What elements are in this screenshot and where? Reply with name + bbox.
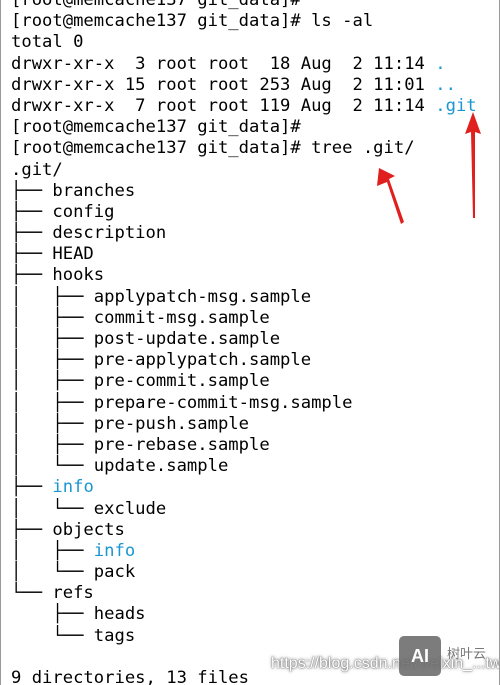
terminal-line-text: │ ├── commit-msg.sample (11, 307, 270, 328)
terminal-line: drwxr-xr-x 15 root root 253 Aug 2 11:01 … (11, 75, 477, 96)
terminal-line-text: │ └── pack (11, 562, 136, 583)
terminal-line: ├── info (11, 477, 477, 498)
terminal-line: │ ├── post-update.sample (11, 329, 477, 350)
terminal-line: ├── hooks (11, 265, 477, 286)
terminal-line-text: .git/ (11, 159, 63, 180)
terminal-line-text: ├── objects (11, 519, 125, 540)
terminal-line: ├── objects (11, 520, 477, 541)
terminal-line-text: │ ├── pre-commit.sample (11, 371, 270, 392)
terminal-line-text: ├── HEAD (11, 244, 94, 265)
terminal-line-text: │ ├── applypatch-msg.sample (11, 286, 312, 307)
terminal-line-text: drwxr-xr-x 7 root root 119 Aug 2 11:14 (11, 95, 436, 116)
directory-name: .. (435, 74, 456, 95)
terminal-line: total 0 (11, 32, 477, 53)
terminal-line-text: drwxr-xr-x 15 root root 253 Aug 2 11:01 (11, 74, 436, 95)
terminal-line-text: └── tags (11, 625, 136, 646)
terminal-line-text: │ ├── pre-applypatch.sample (11, 350, 312, 371)
terminal-line-text: total 0 (11, 32, 84, 53)
terminal-line-text: ├── config (11, 201, 115, 222)
terminal-line-text: ├── heads (11, 604, 146, 625)
watermark-logo: AI (399, 636, 441, 676)
terminal-line: │ └── pack (11, 562, 477, 583)
terminal-line-text: │ ├── post-update.sample (11, 329, 281, 349)
terminal-line: [root@memcache137 git_data]# tree .git/ (11, 138, 477, 159)
terminal-line-text: │ ├── pre-push.sample (11, 413, 249, 434)
terminal-line: drwxr-xr-x 3 root root 18 Aug 2 11:14 . (11, 54, 477, 75)
directory-name: . (435, 53, 446, 74)
watermark-site: 树叶云 (447, 646, 487, 661)
terminal-line: │ ├── commit-msg.sample (11, 308, 477, 329)
directory-name: info (93, 540, 136, 561)
terminal-line: └── refs (11, 583, 477, 604)
directory-name: info (52, 477, 94, 498)
terminal-line-text: ├── branches (11, 180, 136, 201)
terminal-line-text: │ ├── pre-rebase.sample (11, 434, 270, 455)
terminal-line: │ ├── pre-applypatch.sample (11, 350, 477, 371)
terminal-line-text: [root@memcache137 git_data]# (11, 117, 301, 138)
terminal-line: │ └── exclude (11, 499, 477, 520)
terminal-line: │ └── update.sample (11, 456, 477, 477)
terminal-window[interactable]: [root@memcache137 git_data]# [root@memca… (0, 0, 500, 685)
terminal-line: │ ├── pre-commit.sample (11, 371, 477, 392)
terminal-line: ├── HEAD (11, 244, 477, 265)
terminal-line-text: ├── (11, 477, 53, 498)
terminal-line-text: [root@memcache137 git_data]# ls -al (11, 11, 374, 32)
terminal-line-text: │ └── update.sample (11, 456, 229, 477)
terminal-line: [root@memcache137 git_data]# ls -al (11, 11, 477, 32)
terminal-line: │ ├── prepare-commit-msg.sample (11, 393, 477, 414)
red-arrow-icon-git (465, 112, 481, 218)
terminal-line-text: │ ├── prepare-commit-msg.sample (11, 392, 353, 413)
terminal-line: [root@memcache137 git_data]# (11, 117, 477, 138)
terminal-line-text: └── refs (11, 583, 94, 604)
terminal-line-text: ├── hooks (11, 265, 105, 286)
terminal-line: │ ├── pre-rebase.sample (11, 435, 477, 456)
terminal-line-text: [root@memcache137 git_data]# tree .git/ (11, 138, 415, 159)
terminal-line: [root@memcache137 git_data]# (11, 0, 477, 11)
terminal-line-text: │ └── exclude (11, 498, 167, 519)
terminal-line-text: │ ├── (11, 540, 94, 561)
terminal-line: │ ├── info (11, 541, 477, 562)
terminal-line: │ ├── applypatch-msg.sample (11, 287, 477, 308)
terminal-line: drwxr-xr-x 7 root root 119 Aug 2 11:14 .… (11, 96, 477, 117)
terminal-line-text: [root@memcache137 git_data]# (11, 0, 312, 10)
terminal-line: ├── heads (11, 604, 477, 625)
red-arrow-icon-tree (377, 168, 404, 224)
terminal-output: [root@memcache137 git_data]# [root@memca… (11, 0, 477, 685)
terminal-line-text: drwxr-xr-x 3 root root 18 Aug 2 11:14 (11, 53, 436, 74)
terminal-line: │ ├── pre-push.sample (11, 414, 477, 435)
terminal-line-text: ├── description (11, 223, 167, 244)
